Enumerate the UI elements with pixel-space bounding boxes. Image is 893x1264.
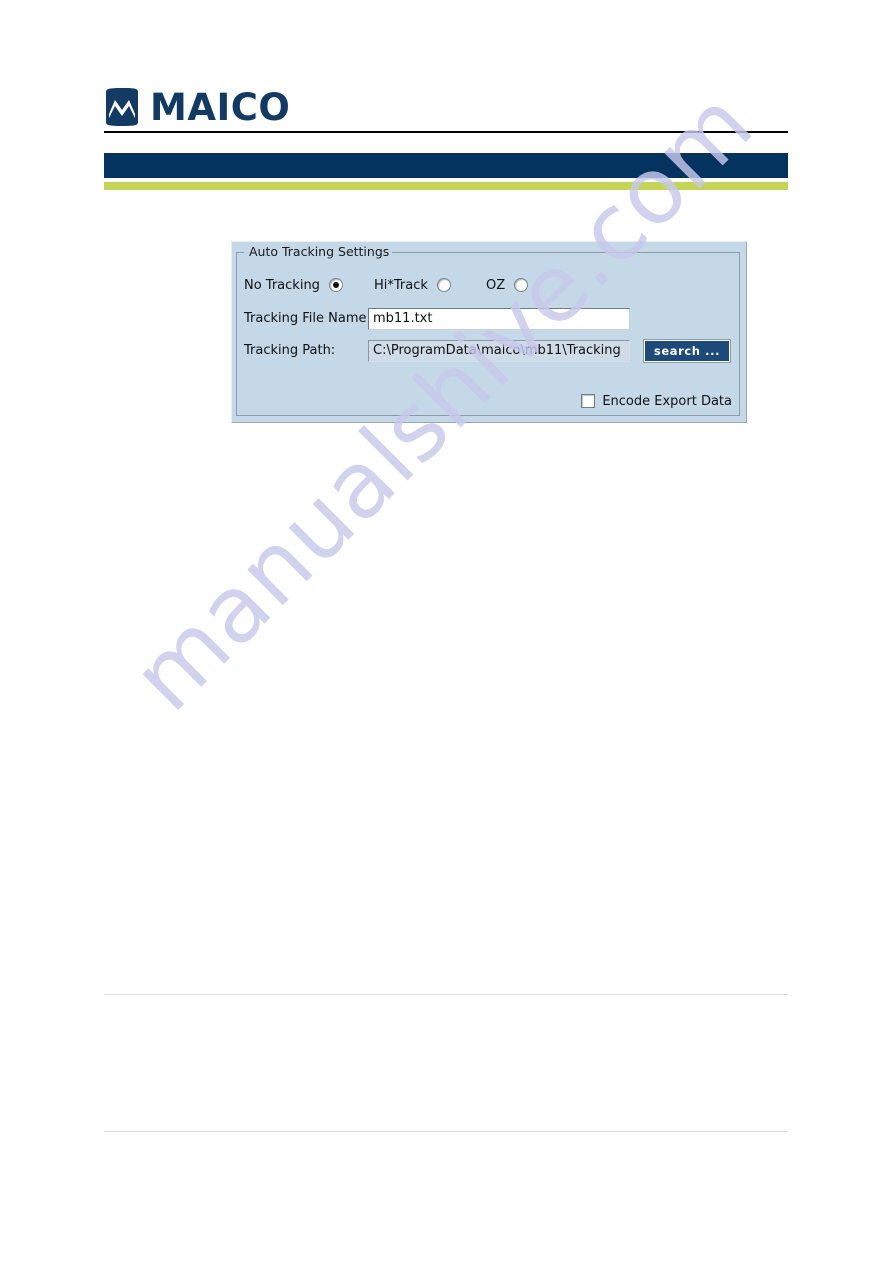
header-divider — [104, 131, 788, 133]
groupbox-legend: Auto Tracking Settings — [246, 244, 393, 259]
radio-oz[interactable]: OZ — [486, 275, 529, 295]
radio-hitrack[interactable]: Hi*Track — [374, 275, 451, 295]
tracking-path-row: Tracking Path: C:\ProgramData\maico\mb11… — [232, 339, 736, 363]
tracking-file-name-row: Tracking File Name: mb11.txt — [232, 308, 736, 330]
tracking-mode-radio-group: No Tracking Hi*Track OZ — [244, 275, 736, 295]
tracking-path-input[interactable]: C:\ProgramData\maico\mb11\Tracking — [368, 340, 630, 362]
section-accent-bar — [104, 182, 788, 190]
brand-logo: MAICO — [104, 84, 290, 130]
section-title-bar — [104, 153, 788, 178]
radio-no-tracking-label: No Tracking — [244, 277, 320, 293]
radio-no-tracking-indicator[interactable] — [328, 278, 343, 292]
maico-wave-mark-icon — [106, 88, 138, 126]
tracking-path-label: Tracking Path: — [244, 343, 336, 358]
radio-hitrack-label: Hi*Track — [374, 277, 428, 293]
search-button[interactable]: search ... — [643, 339, 731, 363]
tracking-file-name-label: Tracking File Name: — [244, 311, 371, 326]
brand-wordmark: MAICO — [150, 85, 291, 129]
radio-oz-label: OZ — [486, 277, 506, 293]
auto-tracking-settings-dialog: Auto Tracking Settings No Tracking Hi*Tr… — [231, 241, 747, 423]
footer-divider-bottom — [104, 1131, 788, 1132]
radio-hitrack-indicator[interactable] — [436, 278, 451, 292]
tracking-file-name-input[interactable]: mb11.txt — [368, 308, 630, 330]
radio-no-tracking[interactable]: No Tracking — [244, 275, 343, 295]
encode-export-data-checkbox[interactable] — [581, 394, 596, 408]
footer-divider-top — [104, 994, 788, 995]
encode-export-data-row[interactable]: Encode Export Data — [581, 392, 732, 410]
encode-export-data-label: Encode Export Data — [602, 393, 732, 409]
radio-oz-indicator[interactable] — [514, 278, 529, 292]
